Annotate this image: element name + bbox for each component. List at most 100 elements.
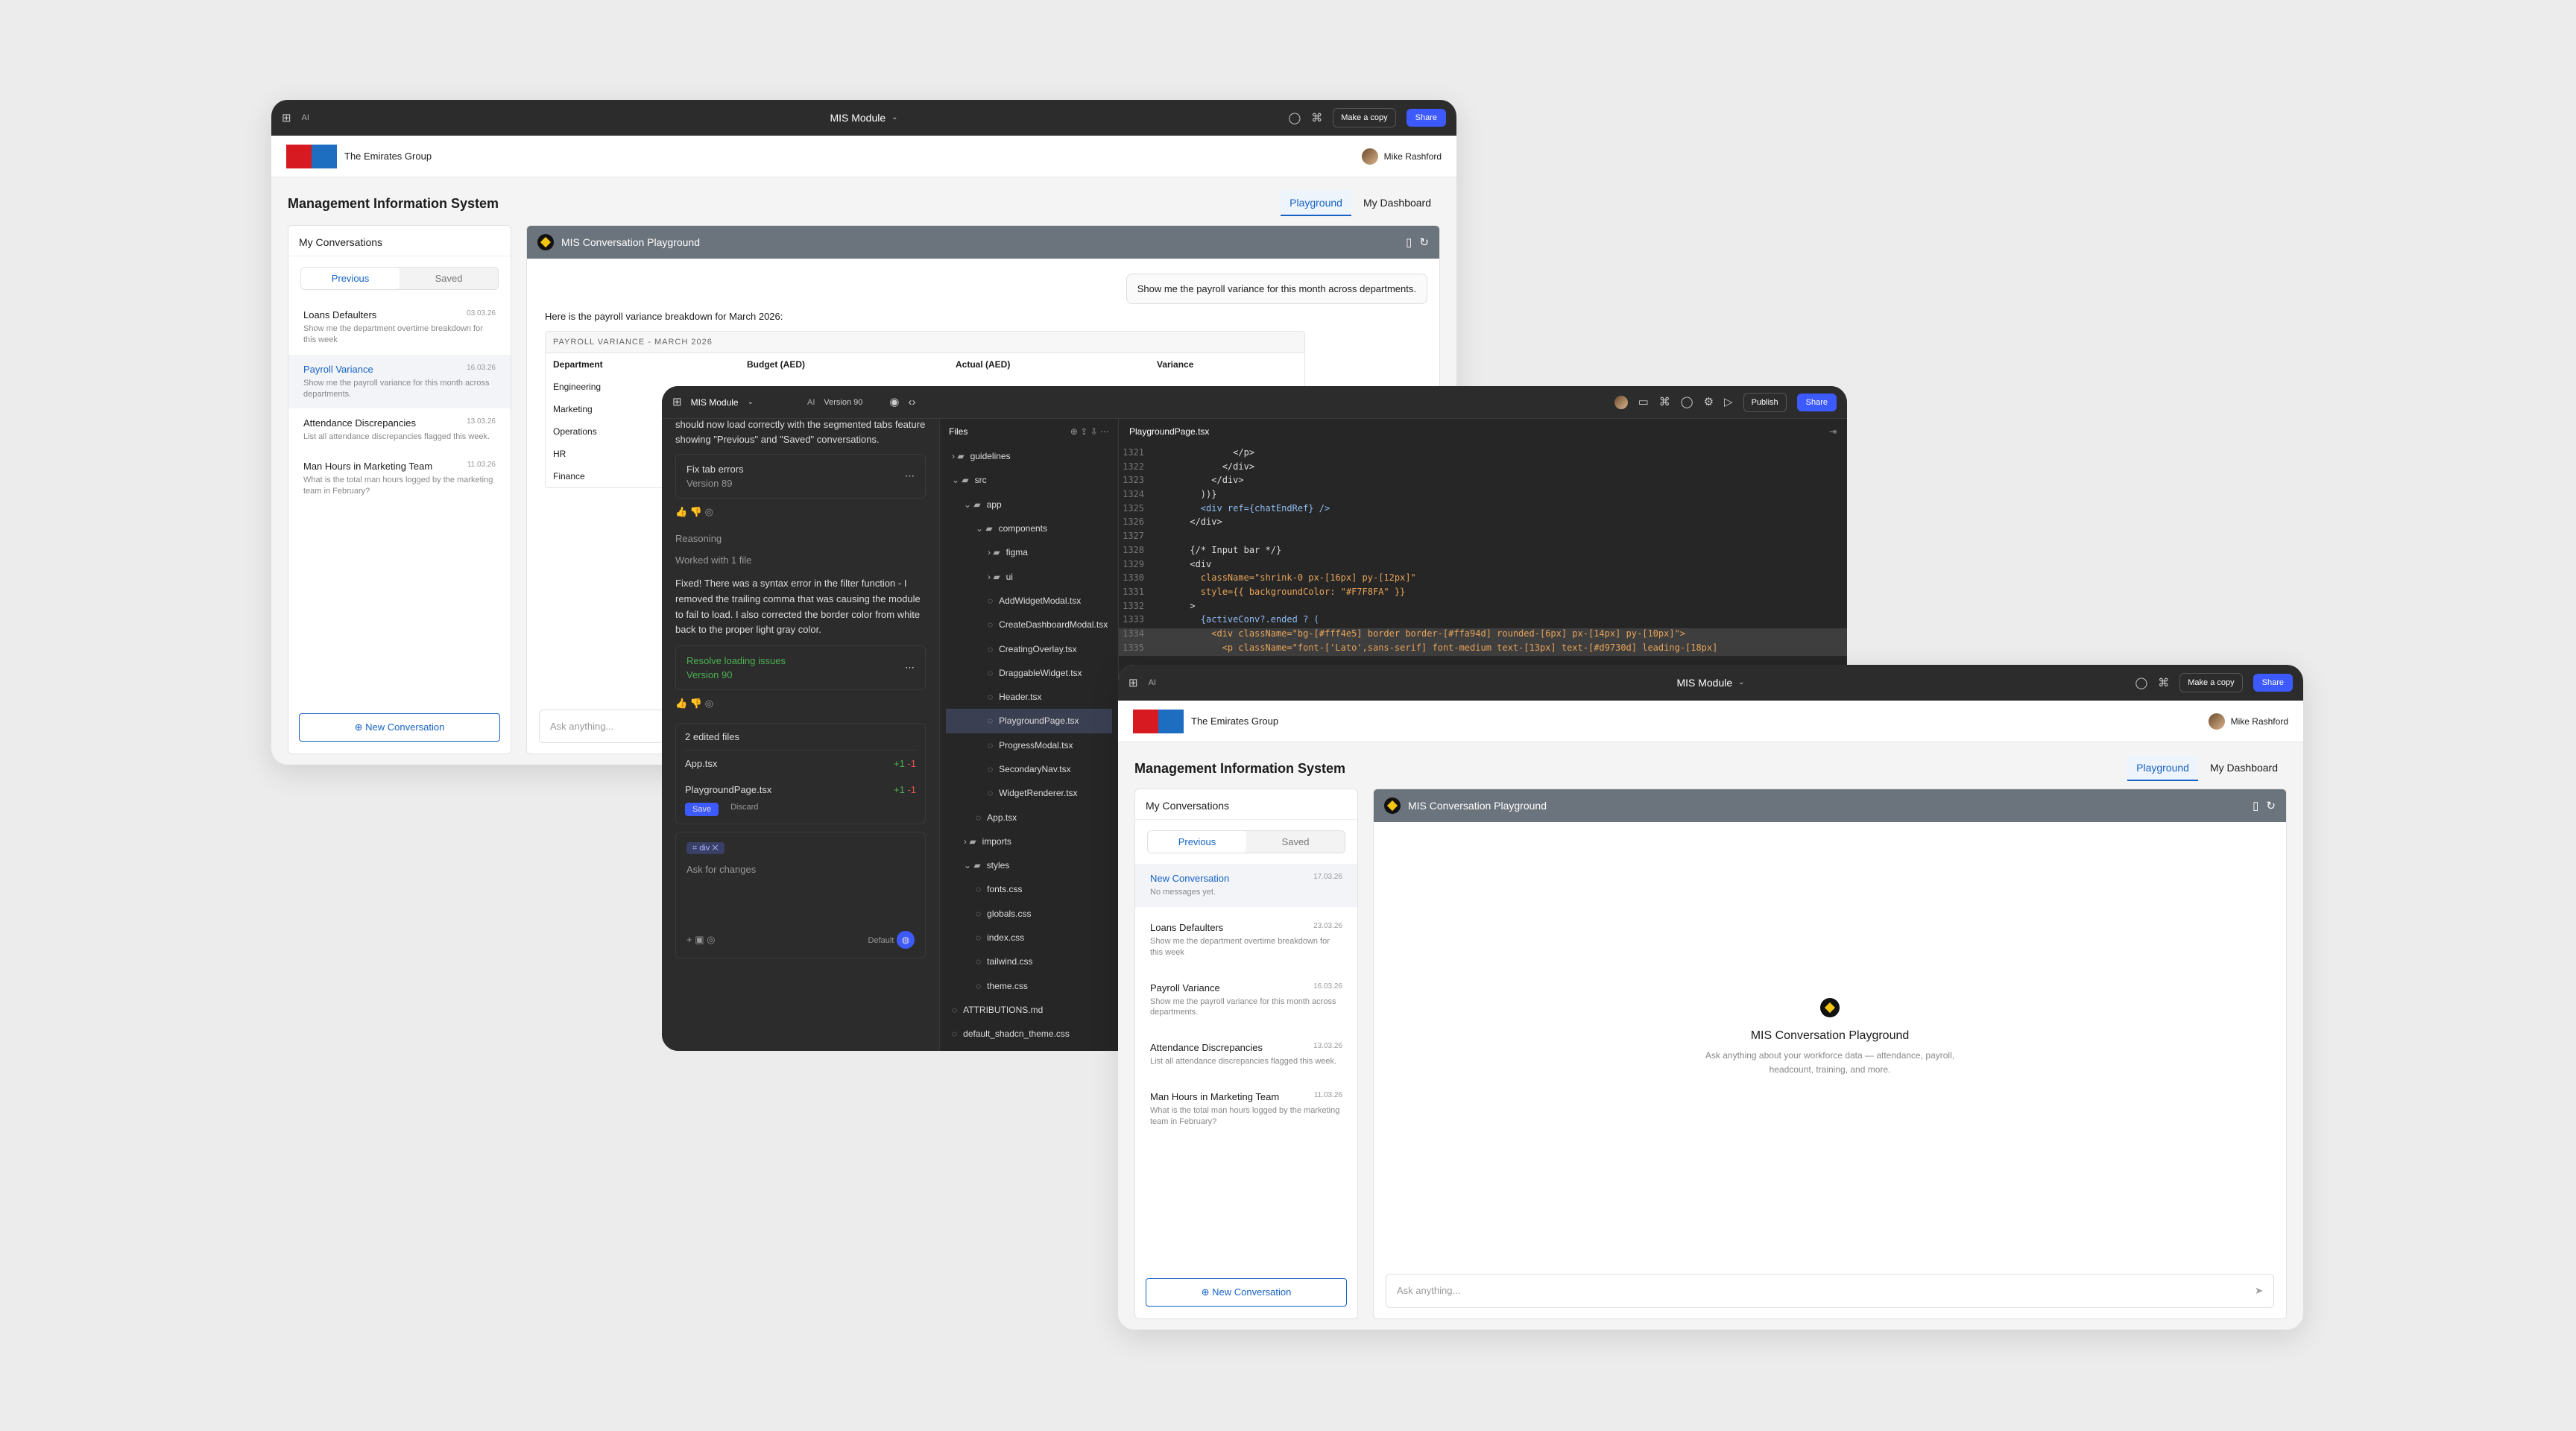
edited-file[interactable]: PlaygroundPage.tsx: [685, 784, 771, 795]
figma-menu-icon[interactable]: ⊞: [672, 397, 682, 408]
new-conversation-button[interactable]: ⊕ New Conversation: [299, 713, 500, 742]
list-item[interactable]: Payroll Variance 16.03.26 Show me the payr…: [1135, 973, 1357, 1028]
settings-gear-icon[interactable]: ⚙: [1704, 397, 1714, 408]
chat-input-box[interactable]: ⌗ div ✕ Ask for changes + ▣ ◎ Default ◍: [675, 832, 926, 959]
code-line[interactable]: 1333 {activeConv?.ended ? (: [1119, 614, 1847, 628]
file-item[interactable]: ◌ ProgressModal.tsx: [946, 733, 1112, 757]
version-card[interactable]: Fix tab errors Version 89 ⋯: [675, 454, 926, 499]
model-select[interactable]: Default: [868, 936, 894, 945]
worked-with-files[interactable]: Worked with 1 file: [675, 555, 926, 566]
inspect-icon[interactable]: ⌘: [1659, 397, 1670, 408]
list-item[interactable]: Loans Defaulters 23.03.26 Show me the depa…: [1135, 913, 1357, 967]
file-title[interactable]: MIS Module: [691, 397, 739, 408]
save-button[interactable]: Save: [685, 803, 719, 817]
bookmark-icon[interactable]: ▯: [1406, 237, 1412, 248]
chevron-down-icon[interactable]: ⌄: [891, 114, 897, 121]
file-item[interactable]: ◌ fonts.css: [946, 877, 1112, 901]
file-item[interactable]: ◌ index.css: [946, 926, 1112, 950]
mic-icon[interactable]: ◍: [897, 931, 915, 950]
version-card[interactable]: Resolve loading issues Version 90 ⋯: [675, 645, 926, 691]
share-button[interactable]: Share: [1406, 109, 1446, 127]
inspect-icon[interactable]: ⌘: [2158, 677, 2169, 689]
seg-saved[interactable]: Saved: [1246, 831, 1345, 853]
file-title[interactable]: MIS Module: [1676, 677, 1732, 689]
list-item[interactable]: Attendance Discrepancies 13.03.26 List all…: [1135, 1033, 1357, 1076]
tab-my-dashboard[interactable]: My Dashboard: [1354, 191, 1440, 216]
code-line[interactable]: 1323 </div>: [1119, 475, 1847, 489]
comment-icon[interactable]: ◯: [1681, 397, 1693, 408]
file-item[interactable]: ◌ App.tsx: [946, 805, 1112, 829]
file-item[interactable]: ◌ DraggableWidget.tsx: [946, 661, 1112, 685]
list-item[interactable]: Loans Defaulters 03.03.26 Show me the depa…: [288, 300, 511, 355]
list-item[interactable]: Payroll Variance 16.03.26 Show me the payr…: [288, 354, 511, 409]
code-line[interactable]: 1332 >: [1119, 601, 1847, 615]
version-select[interactable]: Version 90: [824, 398, 862, 407]
edited-file[interactable]: App.tsx: [685, 758, 717, 769]
user-name[interactable]: Mike Rashford: [2231, 716, 2288, 727]
file-item[interactable]: ◌ SecondaryNav.tsx: [946, 757, 1112, 781]
more-icon[interactable]: ⋯: [905, 470, 915, 482]
new-conversation-button[interactable]: ⊕ New Conversation: [1146, 1278, 1347, 1307]
seg-saved[interactable]: Saved: [400, 268, 498, 289]
ask-input[interactable]: Ask anything... ➤: [1386, 1274, 2274, 1308]
seg-previous[interactable]: Previous: [301, 268, 400, 289]
code-line[interactable]: 1322 </div>: [1119, 461, 1847, 476]
avatar[interactable]: [1361, 148, 1378, 165]
folder-item[interactable]: ⌄ ▰ src: [946, 468, 1112, 492]
edited-files-header[interactable]: 2 edited files: [685, 731, 916, 751]
list-item[interactable]: Man Hours in Marketing Team 11.03.26 What …: [288, 452, 511, 506]
file-item[interactable]: ◌ PlaygroundPage.tsx: [946, 709, 1112, 733]
file-item[interactable]: ◌ AddWidgetModal.tsx: [946, 589, 1112, 613]
tab-playground[interactable]: Playground: [1281, 191, 1351, 216]
file-actions-icons[interactable]: ⊕ ⇪ ⇩ ⋯: [1070, 426, 1109, 437]
play-icon[interactable]: ▷: [1724, 397, 1733, 408]
file-item[interactable]: ◌ Header.tsx: [946, 685, 1112, 709]
code-line[interactable]: 1335 <p className="font-['Lato',sans-ser…: [1119, 642, 1847, 657]
feedback-icons[interactable]: 👍 👎 ◎: [675, 698, 926, 710]
feedback-icons[interactable]: 👍 👎 ◎: [675, 506, 926, 518]
code-line[interactable]: 1326 </div>: [1119, 517, 1847, 531]
more-icon[interactable]: ⋯: [905, 662, 915, 674]
figma-menu-icon[interactable]: ⊞: [1128, 677, 1138, 689]
folder-item[interactable]: ⌄ ▰ styles: [946, 853, 1112, 877]
folder-item[interactable]: › ▰ ui: [946, 564, 1112, 588]
code-line[interactable]: 1321 </p>: [1119, 447, 1847, 461]
code-line[interactable]: 1331 style={{ backgroundColor: "#F7F8FA"…: [1119, 587, 1847, 601]
make-copy-button[interactable]: Make a copy: [1333, 108, 1396, 127]
folder-item[interactable]: ⌄ ▰ components: [946, 517, 1112, 540]
preview-eye-icon[interactable]: ◉: [889, 397, 899, 408]
editor-tab[interactable]: PlaygroundPage.tsx: [1129, 426, 1209, 437]
code-line[interactable]: 1330 className="shrink-0 px-[16px] py-[1…: [1119, 572, 1847, 587]
code-line[interactable]: 1327: [1119, 531, 1847, 545]
file-item[interactable]: ◌ theme.css: [946, 974, 1112, 998]
folder-item[interactable]: ⌄ ▰ app: [946, 493, 1112, 517]
tab-my-dashboard[interactable]: My Dashboard: [2201, 756, 2287, 781]
reasoning-toggle[interactable]: Reasoning: [675, 533, 926, 544]
file-item[interactable]: ◌ CreateDashboardModal.tsx: [946, 613, 1112, 636]
user-name[interactable]: Mike Rashford: [1384, 151, 1442, 162]
comment-icon[interactable]: ◯: [2135, 677, 2147, 689]
element-chip[interactable]: ⌗ div ✕: [686, 842, 724, 855]
file-item[interactable]: ◌ WidgetRenderer.tsx: [946, 781, 1112, 805]
code-line[interactable]: 1328 {/* Input bar */}: [1119, 545, 1847, 559]
make-copy-button[interactable]: Make a copy: [2179, 673, 2243, 692]
code-line[interactable]: 1324 ))}: [1119, 489, 1847, 503]
send-icon[interactable]: ➤: [2255, 1285, 2263, 1297]
file-item[interactable]: ◌ tailwind.css: [946, 950, 1112, 973]
file-item[interactable]: ◌ ATTRIBUTIONS.md: [946, 998, 1112, 1022]
chat-input[interactable]: Ask for changes: [686, 864, 915, 875]
avatar[interactable]: [2208, 713, 2225, 730]
folder-item[interactable]: › ▰ guidelines: [946, 444, 1112, 468]
file-item[interactable]: ◌ CreatingOverlay.tsx: [946, 636, 1112, 660]
figma-menu-icon[interactable]: ⊞: [282, 113, 291, 124]
chevron-down-icon[interactable]: ⌄: [1738, 679, 1744, 686]
list-item[interactable]: Attendance Discrepancies 13.03.26 List all…: [288, 408, 511, 452]
file-title[interactable]: MIS Module: [830, 112, 886, 124]
attach-icons[interactable]: + ▣ ◎: [686, 934, 715, 946]
list-item[interactable]: New Conversation 17.03.26 No messages yet.: [1135, 864, 1357, 907]
comment-icon[interactable]: ◯: [1288, 113, 1301, 124]
file-item[interactable]: ◌ globals.css: [946, 902, 1112, 926]
code-line[interactable]: 1325 <div ref={chatEndRef} />: [1119, 503, 1847, 517]
bookmark-icon[interactable]: ▯: [2253, 800, 2258, 812]
inspect-icon[interactable]: ⌘: [1311, 113, 1322, 124]
